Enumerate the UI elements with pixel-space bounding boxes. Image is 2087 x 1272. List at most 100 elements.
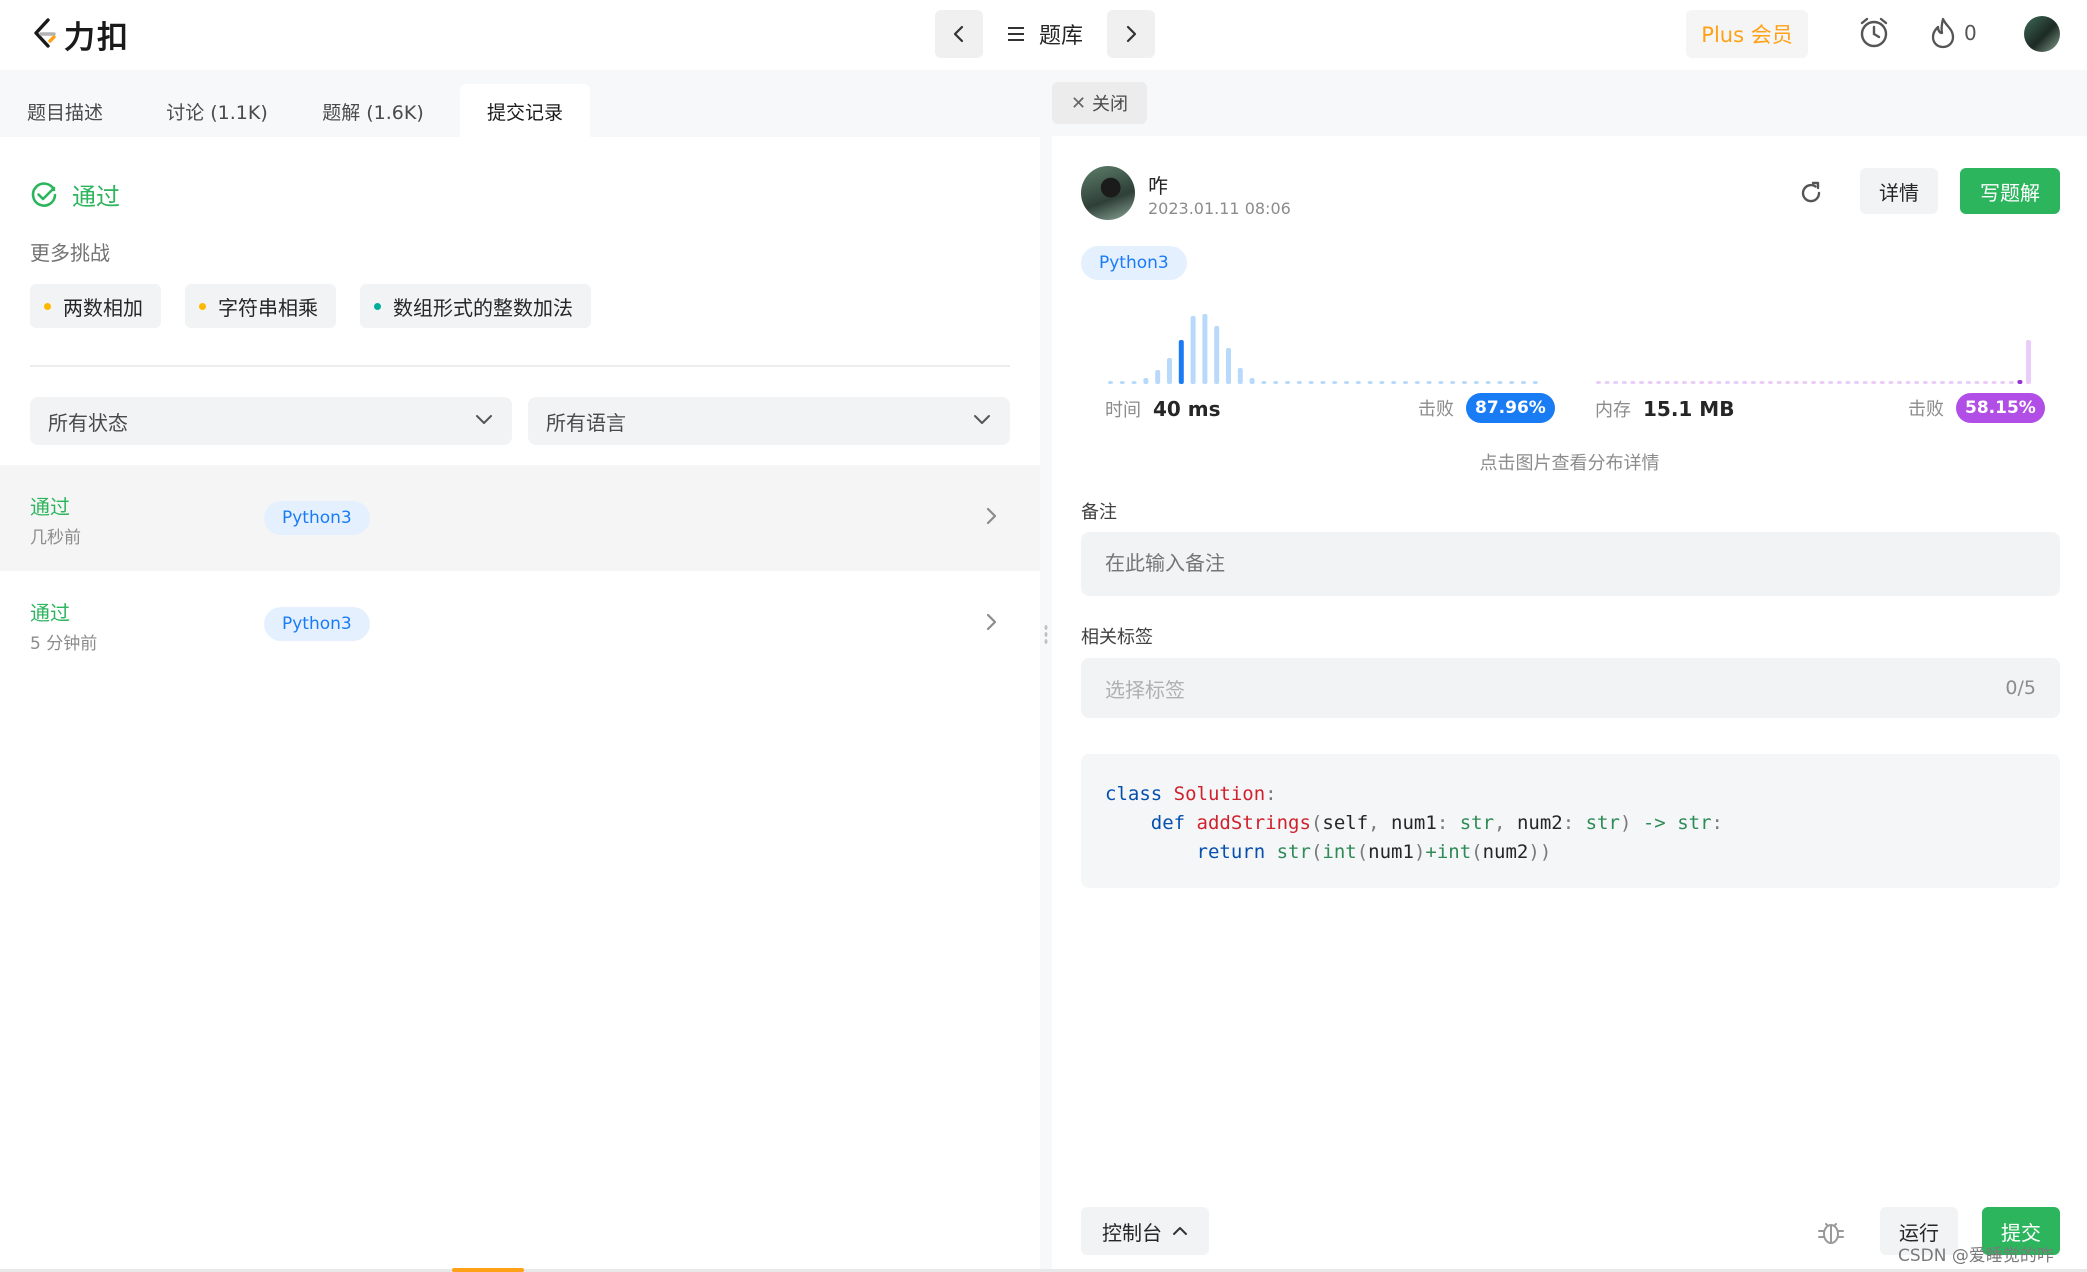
distribution-bar (1991, 381, 1997, 384)
distribution-bar (1690, 381, 1696, 384)
problem-list-button[interactable]: 题库 (983, 18, 1107, 50)
distribution-bar (1285, 381, 1290, 384)
submission-language-pill: Python3 (264, 501, 370, 535)
distribution-bar (1119, 381, 1125, 384)
details-button[interactable]: 详情 (1860, 168, 1938, 214)
panel-splitter[interactable] (1040, 70, 1052, 1272)
distribution-bar (1733, 381, 1739, 384)
console-toggle-button[interactable]: 控制台 (1081, 1207, 1209, 1255)
close-result-tab[interactable]: ✕ 关闭 (1052, 82, 1147, 124)
result-status: 通过 (30, 177, 120, 212)
distribution-bar (1296, 381, 1302, 384)
challenge-chip[interactable]: 两数相加 (30, 284, 161, 328)
challenge-chip[interactable]: 字符串相乘 (185, 284, 336, 328)
runtime-value: 40 ms (1153, 397, 1221, 421)
distribution-bar (1613, 381, 1619, 384)
plus-membership-button[interactable]: Plus 会员 (1686, 10, 1808, 58)
submission-time: 几秒前 (30, 528, 81, 548)
distribution-bar (1630, 381, 1636, 384)
memory-value: 15.1 MB (1643, 397, 1735, 421)
chevron-down-icon (974, 415, 990, 424)
splitter-handle[interactable] (1044, 624, 1048, 646)
distribution-bar (1879, 381, 1885, 384)
distribution-bar (1202, 314, 1208, 384)
distribution-bar (1391, 381, 1397, 384)
submission-status[interactable]: 通过 (30, 597, 70, 626)
submission-language-pill: Python3 (264, 607, 370, 641)
distribution-bar (1983, 381, 1988, 384)
distribution-bar (1379, 381, 1385, 384)
distribution-bar (1450, 381, 1456, 384)
runtime-beats-badge: 87.96% (1466, 393, 1555, 423)
challenge-label: 字符串相乘 (218, 295, 318, 320)
avatar (1081, 166, 1135, 220)
submission-row[interactable]: 通过 5 分钟前 Python3 (0, 571, 1040, 677)
runtime-beats-label: 击败 (1418, 399, 1454, 420)
memory-label: 内存 (1595, 400, 1631, 421)
runtime-distribution-chart[interactable] (1106, 300, 1546, 384)
distribution-bar (1673, 381, 1679, 384)
challenge-chip[interactable]: 数组形式的整数加法 (360, 284, 591, 328)
distribution-bar (1871, 381, 1877, 384)
top-navbar: 力扣 题库 Plus 会员 0 (0, 0, 2087, 70)
memory-distribution-chart[interactable] (1594, 300, 2034, 384)
distribution-bar (2000, 381, 2006, 384)
distribution-bar (1332, 381, 1338, 384)
distribution-bar (1957, 381, 1963, 384)
chevron-right-icon (986, 613, 997, 631)
distribution-bar (1931, 381, 1937, 384)
distribution-bar (1836, 381, 1842, 384)
chevron-left-icon (953, 25, 964, 43)
submission-row[interactable]: 通过 几秒前 Python3 (0, 465, 1040, 571)
next-problem-button[interactable] (1107, 10, 1156, 58)
chart-hint: 点击图片查看分布详情 (1479, 453, 1660, 474)
refresh-icon[interactable] (1797, 179, 1825, 207)
distribution-bar (1750, 381, 1756, 384)
distribution-bar (1974, 381, 1980, 384)
distribution-bar (2026, 340, 2031, 384)
distribution-bar (1922, 381, 1928, 384)
distribution-bar (1819, 381, 1825, 384)
distribution-bar (1473, 381, 1479, 384)
submission-status[interactable]: 通过 (30, 491, 70, 520)
prev-problem-button[interactable] (935, 10, 983, 58)
leetcode-logo[interactable]: 力扣 (30, 14, 130, 56)
distribution-bar (1768, 381, 1773, 384)
distribution-bar (1108, 381, 1113, 384)
distribution-bar (1948, 381, 1954, 384)
left-tab-bar: 题目描述 讨论 (1.1K) 题解 (1.6K) 提交记录 (0, 70, 1040, 138)
distribution-bar (1178, 340, 1184, 384)
watermark: CSDN @爱睡觉的咋 (1898, 1246, 2054, 1266)
tab-discussion[interactable]: 讨论 (1.1K) (152, 84, 282, 138)
language-filter-value: 所有语言 (546, 410, 626, 435)
tab-description[interactable]: 题目描述 (0, 84, 130, 138)
language-filter-select[interactable]: 所有语言 (528, 397, 1010, 445)
menu-icon (1008, 27, 1024, 41)
tab-submissions[interactable]: 提交记录 (460, 84, 590, 138)
distribution-bar (1725, 381, 1730, 384)
status-filter-value: 所有状态 (48, 410, 128, 435)
distribution-bar (1888, 381, 1894, 384)
distribution-bar (1367, 381, 1373, 384)
distribution-bar (1811, 381, 1816, 384)
debug-bug-icon[interactable] (1816, 1217, 1846, 1247)
distribution-bar (2008, 381, 2014, 384)
note-input[interactable] (1081, 532, 2060, 596)
alarm-clock-icon[interactable] (1857, 16, 1891, 50)
distribution-bar (1426, 381, 1432, 384)
tags-select[interactable]: 选择标签 0/5 (1081, 658, 2060, 718)
distribution-bar (1155, 370, 1161, 384)
distribution-bar (1802, 381, 1808, 384)
distribution-bar (1699, 381, 1705, 384)
status-filter-select[interactable]: 所有状态 (30, 397, 512, 445)
distribution-bar (1190, 316, 1196, 384)
distribution-bar (2017, 380, 2023, 384)
distribution-bar (1249, 378, 1255, 384)
user-avatar-menu[interactable] (2024, 16, 2060, 52)
streak-counter[interactable]: 0 (1930, 16, 1977, 50)
tab-solutions[interactable]: 题解 (1.6K) (308, 84, 438, 138)
distribution-bar (1759, 381, 1765, 384)
distribution-bar (1716, 381, 1722, 384)
memory-beats: 击败 58.15% (1908, 393, 2045, 423)
write-solution-button[interactable]: 写题解 (1960, 168, 2060, 214)
